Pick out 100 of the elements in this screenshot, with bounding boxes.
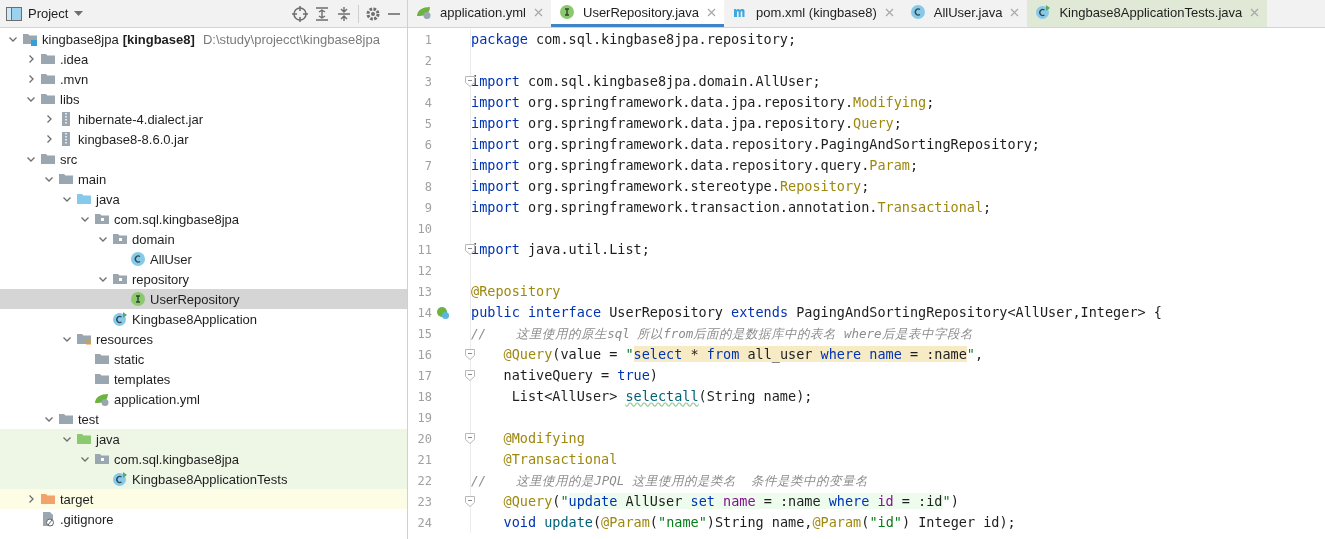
folder-icon [40, 151, 56, 167]
chevron-down-icon[interactable] [62, 334, 72, 344]
settings-icon[interactable] [365, 5, 381, 22]
tree-item-label: Kingbase8ApplicationTests [132, 471, 288, 487]
tree-row[interactable]: .gitignore [0, 509, 407, 529]
tree-item-label: kingbase8-8.6.0.jar [78, 131, 189, 147]
line-number: 11 [416, 242, 432, 257]
tree-row[interactable]: kingbase8jpa [kingbase8] D:\study\projecct\kingbase8jpa [0, 29, 407, 49]
tree-row[interactable]: main [0, 169, 407, 189]
folder-icon [94, 351, 110, 367]
source-folder-icon [76, 191, 92, 207]
tree-row[interactable]: resources [0, 329, 407, 349]
fold-marker-icon[interactable] [465, 370, 475, 381]
tree-item-label: Kingbase8Application [132, 311, 258, 327]
code-line: @Query(value = "select * from all_user where name = :name", [502, 345, 985, 365]
tree-item-label: java [96, 191, 120, 207]
editor-tab[interactable]: UserRepository.java [551, 0, 725, 27]
package-icon [94, 451, 110, 467]
code-line: import org.springframework.stereotype.Repository; [471, 177, 871, 196]
line-number: 19 [416, 410, 432, 425]
tree-row[interactable]: com.sql.kingbase8jpa [0, 209, 407, 229]
yml-icon [94, 391, 110, 407]
line-number: 9 [423, 200, 432, 215]
tree-item-label: com.sql.kingbase8jpa [114, 451, 240, 467]
close-icon[interactable] [707, 7, 717, 17]
tree-item-label: AllUser [150, 251, 192, 267]
excluded-folder-icon [40, 491, 56, 507]
tree-item-label: domain [132, 231, 175, 247]
tree-item-label: hibernate-4.dialect.jar [78, 111, 204, 127]
tree-row[interactable]: UserRepository [0, 289, 407, 309]
module-icon [22, 31, 38, 47]
code-line: @Repository [471, 282, 562, 301]
crosshair-icon[interactable] [292, 5, 308, 22]
tree-row[interactable]: java [0, 189, 407, 209]
tree-row[interactable]: test [0, 409, 407, 429]
tree-row[interactable]: kingbase8-8.6.0.jar [0, 129, 407, 149]
tree-row[interactable]: java [0, 429, 407, 449]
code-line: import java.util.List; [471, 240, 651, 259]
line-number: 23 [416, 494, 432, 509]
package-icon [112, 271, 128, 287]
code-line: // 这里使用的原生sql 所以from后面的是数据库中的表名 where后是表中字段名 [471, 325, 974, 343]
yml-icon [416, 4, 432, 20]
implemented-marker-icon[interactable] [436, 305, 450, 320]
editor-tab[interactable]: pom.xml (kingbase8) [724, 0, 902, 27]
fold-marker-icon[interactable] [465, 433, 475, 444]
class-icon [909, 4, 926, 20]
chevron-down-icon[interactable] [98, 274, 108, 284]
chevron-down-icon[interactable] [8, 34, 18, 44]
tree-row[interactable]: AllUser [0, 249, 407, 269]
line-number: 13 [416, 284, 432, 299]
tree-item-label: .idea [60, 51, 89, 67]
tree-row[interactable]: repository [0, 269, 407, 289]
dropdown-caret-icon[interactable] [74, 10, 84, 17]
code-line: @Transactional [502, 450, 619, 469]
tree-row[interactable]: com.sql.kingbase8jpa [0, 449, 407, 469]
editor-tab[interactable]: Kingbase8ApplicationTests.java [1027, 0, 1268, 27]
tree-row[interactable]: Kingbase8ApplicationTests [0, 469, 407, 489]
interface-icon [130, 291, 146, 307]
boot-class-icon [1035, 4, 1052, 20]
boot-class-icon [112, 311, 128, 327]
line-number: 4 [423, 95, 432, 110]
tree-row[interactable]: .mvn [0, 69, 407, 89]
resources-icon [76, 331, 92, 347]
tree-item-label: kingbase8jpa [42, 31, 119, 47]
tree-item-label: static [114, 351, 145, 367]
tree-row[interactable]: templates [0, 369, 407, 389]
tree-row[interactable]: hibernate-4.dialect.jar [0, 109, 407, 129]
fold-marker-icon[interactable] [465, 349, 475, 360]
folder-icon [58, 171, 74, 187]
code-line: void update(@Param("name")String name,@Param("id") Integer id); [502, 513, 1017, 532]
package-icon [112, 231, 128, 247]
package-icon [94, 211, 110, 227]
tree-row[interactable]: target [0, 489, 407, 509]
tree-item-label: templates [114, 371, 171, 387]
tree-row[interactable]: src [0, 149, 407, 169]
tree-row[interactable]: domain [0, 229, 407, 249]
line-number: 10 [416, 221, 432, 236]
tree-row[interactable]: application.yml [0, 389, 407, 409]
code-line: @Modifying [502, 429, 586, 448]
tree-item-label: test [78, 411, 99, 427]
tree-row[interactable]: static [0, 349, 407, 369]
code-line: // 这里使用的是JPQL 这里使用的是类名 条件是类中的变量名 [471, 472, 869, 490]
editor-tab[interactable]: AllUser.java [901, 0, 1028, 27]
line-number: 7 [423, 158, 432, 173]
panel-title[interactable]: Project [28, 6, 69, 21]
line-number: 1 [423, 32, 432, 47]
tree-item-label: java [96, 431, 120, 447]
line-number: 14 [416, 305, 432, 320]
tree-row[interactable]: Kingbase8Application [0, 309, 407, 329]
expand-all-icon[interactable] [314, 5, 330, 22]
line-number: 5 [423, 116, 432, 131]
chevron-right-icon[interactable] [26, 494, 36, 504]
tree-row[interactable]: .idea [0, 49, 407, 69]
editor-tab[interactable]: application.yml [408, 0, 551, 27]
chevron-down-icon[interactable] [26, 94, 36, 104]
collapse-all-icon[interactable] [336, 5, 352, 22]
ignore-file-icon [40, 511, 56, 527]
tree-row[interactable]: libs [0, 89, 407, 109]
fold-marker-icon[interactable] [465, 496, 475, 507]
line-number: 6 [423, 137, 432, 152]
